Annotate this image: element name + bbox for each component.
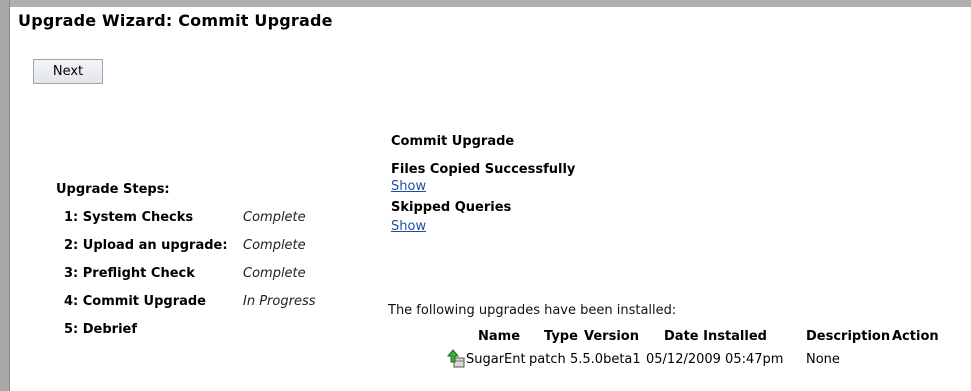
upgrade-steps-heading: Upgrade Steps: [56, 182, 170, 197]
step-name: 4: Commit Upgrade [64, 294, 207, 309]
window-frame-left [0, 0, 10, 391]
step-name: 2: Upload an upgrade: [64, 238, 228, 253]
step-name: 3: Preflight Check [64, 266, 195, 281]
files-copied-label: Files Copied Successfully [391, 162, 576, 177]
step-name: 5: Debrief [64, 322, 138, 337]
step-name: 1: System Checks [64, 210, 194, 225]
cell-version: 5.5.0beta1 [570, 352, 641, 367]
files-copied-show-link[interactable]: Show [391, 179, 426, 194]
column-header-type: Type [544, 329, 578, 344]
column-header-name: Name [478, 329, 521, 344]
cell-description: None [806, 352, 840, 367]
step-status: Complete [243, 266, 306, 281]
column-header-version: Version [584, 329, 639, 344]
step-status: In Progress [243, 294, 316, 309]
next-button[interactable]: Next [33, 59, 103, 84]
step-status: Complete [243, 238, 306, 253]
cell-type: patch [529, 352, 566, 367]
cell-date-installed: 05/12/2009 05:47pm [646, 352, 784, 367]
installed-upgrades-intro: The following upgrades have been install… [388, 303, 677, 318]
column-header-date-installed: Date Installed [664, 329, 767, 344]
step-status: Complete [243, 210, 306, 225]
cell-name: SugarEnt [466, 352, 526, 367]
column-header-action: Action [892, 329, 939, 344]
skipped-queries-show-link[interactable]: Show [391, 219, 426, 234]
window-frame-top [0, 0, 971, 7]
skipped-queries-label: Skipped Queries [391, 200, 512, 215]
commit-upgrade-heading: Commit Upgrade [391, 134, 515, 149]
column-header-description: Description [806, 329, 891, 344]
page-title: Upgrade Wizard: Commit Upgrade [18, 11, 333, 30]
upgrade-package-icon [447, 349, 465, 368]
